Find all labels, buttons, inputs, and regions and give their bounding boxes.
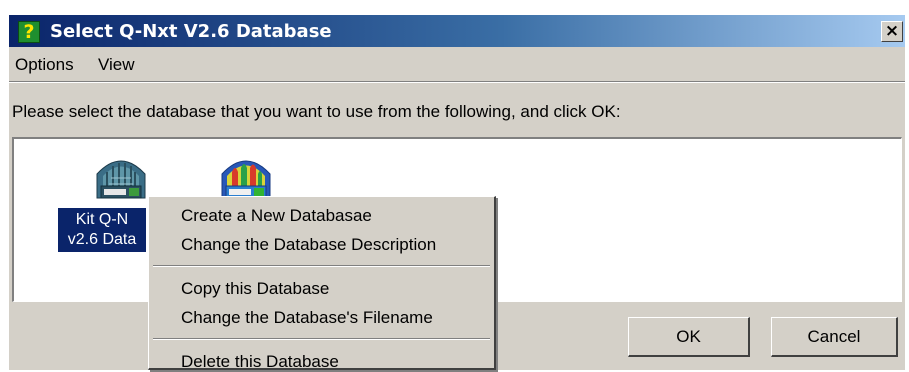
close-icon: × — [884, 21, 900, 41]
context-menu: Create a New Databasae Change the Databa… — [148, 196, 496, 372]
database-name-line1: Kit Q-N — [75, 211, 129, 228]
close-button[interactable]: × — [881, 21, 903, 42]
ok-button[interactable]: OK — [628, 317, 750, 357]
menu-item-delete-database[interactable]: Delete this Database — [181, 352, 339, 372]
menu-item-create-database[interactable]: Create a New Databasae — [181, 206, 372, 226]
menu-item-change-description[interactable]: Change the Database Description — [181, 235, 436, 255]
menu-item-copy-database[interactable]: Copy this Database — [181, 279, 329, 299]
title-bar[interactable]: ? Select Q-Nxt V2.6 Database × — [9, 15, 905, 47]
menu-bar: Options View — [9, 49, 905, 81]
context-menu-divider — [153, 338, 490, 340]
help-question-icon: ? — [18, 21, 40, 43]
instruction-text: Please select the database that you want… — [12, 102, 621, 121]
window-title: Select Q-Nxt V2.6 Database — [50, 21, 332, 42]
database-item-label[interactable]: Kit Q-N v2.6 Data — [58, 208, 146, 252]
database-name-line2: v2.6 Data — [67, 231, 137, 248]
menu-divider — [9, 81, 905, 83]
database-icon[interactable] — [216, 152, 276, 202]
menu-options[interactable]: Options — [15, 55, 74, 75]
database-icon[interactable] — [91, 152, 151, 202]
context-menu-divider — [153, 265, 490, 267]
cancel-button[interactable]: Cancel — [771, 317, 898, 357]
menu-view[interactable]: View — [98, 55, 135, 75]
menu-item-change-filename[interactable]: Change the Database's Filename — [181, 308, 433, 328]
